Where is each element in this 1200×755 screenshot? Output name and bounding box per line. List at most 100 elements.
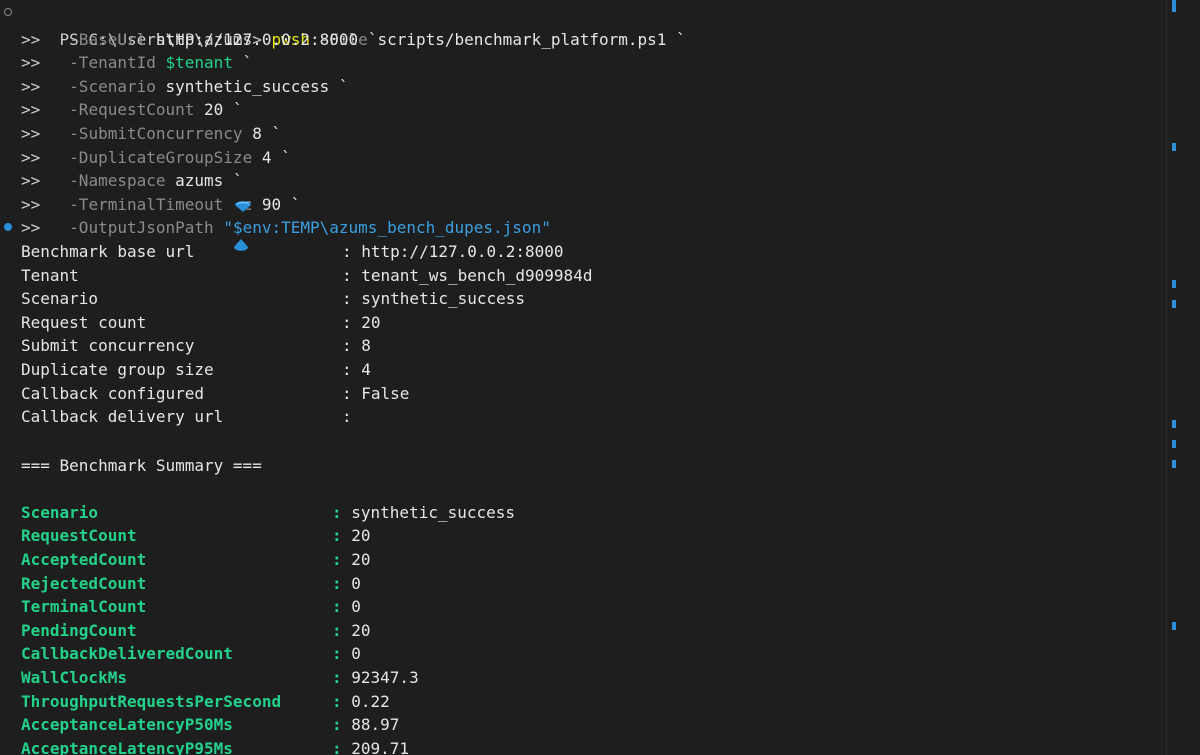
param-line: >> -BaseUrl http://127.0.0.2:8000 `	[21, 28, 377, 52]
continuation-prompt: >>	[21, 194, 41, 214]
separator: :	[332, 550, 352, 569]
config-row: Tenant: tenant_ws_bench_d909984d	[21, 264, 592, 288]
continuation-prompt: >>	[21, 124, 41, 143]
line-continuation: `	[281, 147, 291, 167]
summary-label: CallbackDeliveredCount	[21, 644, 233, 664]
separator: :	[342, 289, 362, 309]
summary-value: 92347.3	[351, 668, 419, 687]
separator: :	[342, 360, 362, 379]
config-value: 8	[361, 336, 371, 356]
line-continuation: `	[290, 194, 301, 214]
summary-row: AcceptanceLatencyP95Ms: 209.71	[21, 737, 409, 755]
summary-label: RejectedCount	[21, 573, 147, 593]
summary-value: 0	[351, 644, 361, 664]
line-continuation: `	[232, 100, 243, 120]
separator: :	[342, 242, 362, 261]
summary-label: AcceptedCount	[21, 550, 147, 569]
summary-label: Scenario	[21, 502, 99, 522]
param-value: $tenant	[165, 53, 233, 73]
separator: :	[342, 312, 362, 332]
config-value: synthetic_success	[361, 289, 526, 309]
command-decoration-filled-icon[interactable]	[4, 223, 12, 231]
cursor-marker-icon	[235, 201, 251, 212]
config-label: Scenario	[21, 289, 99, 309]
config-row: Submit concurrency: 8	[21, 334, 371, 358]
scrollbar-marker	[1172, 0, 1176, 12]
config-row: Callback configured: False	[21, 382, 409, 406]
line-continuation: `	[232, 171, 243, 191]
continuation-prompt: >>	[21, 218, 41, 238]
param-value: 4	[261, 147, 272, 167]
param-value: 8	[252, 124, 262, 143]
param-name: -BaseUrl	[69, 29, 147, 49]
scrollbar-marker	[1172, 460, 1176, 468]
summary-row: CallbackDeliveredCount: 0	[21, 642, 361, 666]
summary-value: 0.22	[351, 691, 390, 711]
param-name: -RequestCount	[69, 100, 195, 120]
config-label: Callback delivery url	[21, 407, 224, 427]
continuation-prompt: >>	[21, 53, 41, 73]
summary-value: 20	[351, 526, 371, 546]
summary-row: PendingCount: 20	[21, 619, 371, 643]
param-line: >> -SubmitConcurrency 8 `	[21, 122, 281, 146]
config-label: Submit concurrency	[21, 336, 195, 356]
param-name: -TenantId	[69, 53, 156, 73]
param-line: >> -Scenario synthetic_success `	[21, 75, 349, 99]
param-line: >> -RequestCount 20 `	[21, 98, 243, 122]
config-value: 20	[361, 312, 381, 332]
scrollbar-marker	[1172, 280, 1176, 288]
continuation-prompt: >>	[21, 100, 41, 120]
summary-row: RejectedCount: 0	[21, 572, 361, 596]
separator: :	[332, 668, 352, 687]
line-continuation: `	[338, 76, 349, 96]
config-value: tenant_ws_bench_d909984d	[361, 265, 593, 285]
scrollbar-marker	[1172, 420, 1176, 428]
separator: :	[332, 715, 352, 735]
terminal-output[interactable]: PS C:\Users\HP\azums> pwsh -File scripts…	[0, 0, 1200, 755]
summary-label: WallClockMs	[21, 668, 127, 687]
config-row: Scenario: synthetic_success	[21, 287, 525, 311]
summary-value: 20	[351, 550, 371, 569]
separator: :	[332, 620, 352, 640]
command-line: PS C:\Users\HP\azums> pwsh -File scripts…	[21, 4, 686, 49]
summary-label: AcceptanceLatencyP50Ms	[21, 715, 233, 735]
summary-value: 20	[351, 620, 371, 640]
param-value: azums	[175, 171, 224, 191]
summary-row: ThroughputRequestsPerSecond: 0.22	[21, 690, 390, 714]
config-label: Benchmark base url	[21, 242, 195, 261]
summary-value: synthetic_success	[351, 502, 516, 522]
scrollbar-marker	[1172, 622, 1176, 630]
line-continuation: `	[242, 53, 253, 73]
separator: :	[332, 597, 352, 617]
line-continuation: `	[676, 29, 686, 49]
scrollbar[interactable]	[1166, 0, 1200, 755]
param-value: 90	[261, 194, 282, 214]
separator: :	[332, 738, 352, 755]
config-label: Callback configured	[21, 383, 205, 403]
summary-value: 88.97	[351, 715, 400, 735]
param-value: synthetic_success	[165, 76, 330, 96]
param-name: -Scenario	[69, 76, 156, 96]
line-continuation: `	[367, 29, 378, 49]
param-name: -SubmitConcurrency	[69, 124, 243, 143]
param-value: http://127.0.0.2:8000	[155, 29, 359, 49]
separator: :	[342, 407, 362, 427]
config-row: Request count: 20	[21, 311, 381, 335]
param-name: -DuplicateGroupSize	[69, 147, 253, 167]
param-line: >> -Namespace azums `	[21, 169, 243, 193]
param-line: >> -TerminalTimeout c 90 `	[21, 193, 300, 217]
summary-row: WallClockMs: 92347.3	[21, 666, 419, 690]
param-line: >> -DuplicateGroupSize 4 `	[21, 146, 291, 170]
summary-row: Scenario: synthetic_success	[21, 501, 515, 525]
config-row: Duplicate group size: 4	[21, 358, 371, 382]
separator: :	[342, 265, 362, 285]
config-row: Callback delivery url:	[21, 405, 361, 429]
param-line: >> -TenantId $tenant `	[21, 51, 252, 75]
separator: :	[332, 691, 352, 711]
separator: :	[332, 573, 352, 593]
scrollbar-marker	[1172, 143, 1176, 151]
summary-value: 0	[351, 597, 361, 617]
command-decoration-empty-icon[interactable]	[4, 8, 12, 16]
cursor-marker-base-icon	[234, 239, 248, 251]
scrollbar-marker	[1172, 440, 1176, 448]
